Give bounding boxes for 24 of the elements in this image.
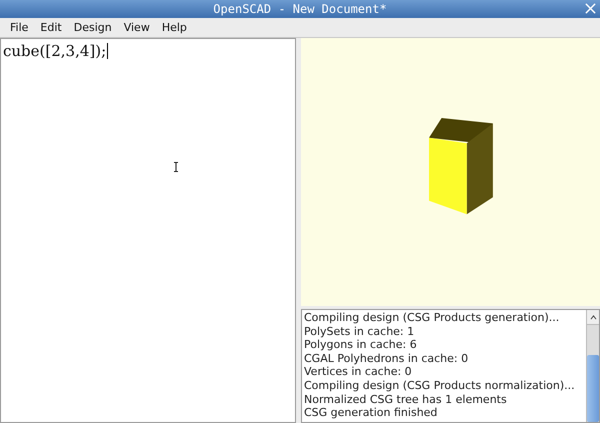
log-line: Compiling design (CSG Products generation)...: [304, 311, 560, 325]
text-cursor: [107, 43, 108, 59]
scrollbar[interactable]: [586, 310, 599, 422]
menu-item[interactable]: View: [118, 21, 156, 34]
scrollbar-thumb[interactable]: [587, 355, 599, 422]
i-beam-cursor-icon: [173, 162, 179, 172]
menu-item[interactable]: Design: [68, 21, 118, 34]
close-icon[interactable]: [585, 3, 596, 14]
caret-up-icon: [590, 314, 596, 320]
log-line: Vertices in cache: 0: [304, 365, 413, 379]
code-text: cube([2,3,4]);: [3, 42, 106, 60]
3d-viewport[interactable]: [301, 38, 600, 306]
scroll-up-button[interactable]: [587, 310, 599, 325]
log-line: CSG generation finished: [304, 406, 438, 420]
menu-item[interactable]: Edit: [34, 21, 68, 34]
window-title: OpenSCAD - New Document*: [213, 2, 387, 16]
log-line: Normalized CSG tree has 1 elements: [304, 392, 508, 406]
log-line: PolySets in cache: 1: [304, 324, 416, 338]
log-line: Polygons in cache: 6: [304, 338, 418, 352]
log-line: CGAL Polyhedrons in cache: 0: [304, 352, 470, 366]
menu-item[interactable]: Help: [156, 21, 193, 34]
log-line: Compiling design (CSG Products normalization)...: [304, 378, 576, 393]
code-editor[interactable]: cube([2,3,4]);: [0, 38, 296, 423]
menu-item[interactable]: File: [4, 21, 34, 34]
